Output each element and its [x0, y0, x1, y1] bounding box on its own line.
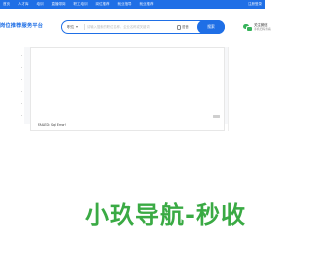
ad-panel: FAILED: Sql Error!: [30, 47, 225, 131]
wechat-subtitle: 手机扫码查看: [254, 27, 271, 31]
sidebar-dot: [21, 67, 22, 68]
right-panel: [228, 47, 265, 131]
search-type-select[interactable]: 职位: [67, 21, 79, 33]
sidebar-dot: [21, 115, 22, 116]
nav-item-training[interactable]: 培训: [37, 0, 44, 9]
nav-item-staff-training[interactable]: 职工培训: [74, 0, 88, 9]
error-message: FAILED: Sql Error!: [38, 123, 66, 127]
chevron-down-icon: [76, 26, 79, 28]
search-type-label: 职位: [67, 25, 75, 29]
voice-search-button[interactable]: 语音: [177, 21, 189, 33]
wechat-follow[interactable]: 关注微信 手机扫码查看: [243, 22, 271, 36]
login-link[interactable]: 注册登录: [248, 0, 262, 9]
nav-item-live[interactable]: 直播带岗: [52, 0, 66, 9]
site-title[interactable]: 岗位推荐服务平台: [0, 22, 43, 29]
nav-item-home[interactable]: 首页: [3, 0, 10, 9]
microphone-icon: [177, 24, 181, 30]
wechat-icon-bubble: [246, 26, 253, 32]
sidebar-dot: [21, 91, 22, 92]
nav-item-job-recommend[interactable]: 岗位推荐: [96, 0, 110, 9]
nav-item-employment[interactable]: 就业推荐: [140, 0, 154, 9]
search-divider: [84, 24, 85, 30]
search-input[interactable]: [87, 22, 175, 32]
sidebar-dot: [21, 103, 22, 104]
voice-label: 语音: [182, 25, 189, 29]
brand-banner[interactable]: 小玖导航-秒收: [85, 200, 246, 230]
ad-badge: [213, 115, 220, 118]
sidebar-dot: [21, 79, 22, 80]
nav-item-career-guide[interactable]: 就业指导: [118, 0, 132, 9]
left-sidebar: [0, 47, 24, 124]
nav-item-talent[interactable]: 人才库: [18, 0, 29, 9]
sidebar-dot: [21, 55, 22, 56]
top-nav: 首页 人才库 培训 直播带岗 职工培训 岗位推荐 就业指导 就业推荐: [0, 0, 154, 9]
search-button[interactable]: 搜索: [197, 20, 225, 34]
top-nav-bar: 首页 人才库 培训 直播带岗 职工培训 岗位推荐 就业指导 就业推荐 注册登录: [0, 0, 265, 9]
header: 岗位推荐服务平台 职位 语音 搜索 关注微信 手机扫码查看: [0, 9, 271, 47]
